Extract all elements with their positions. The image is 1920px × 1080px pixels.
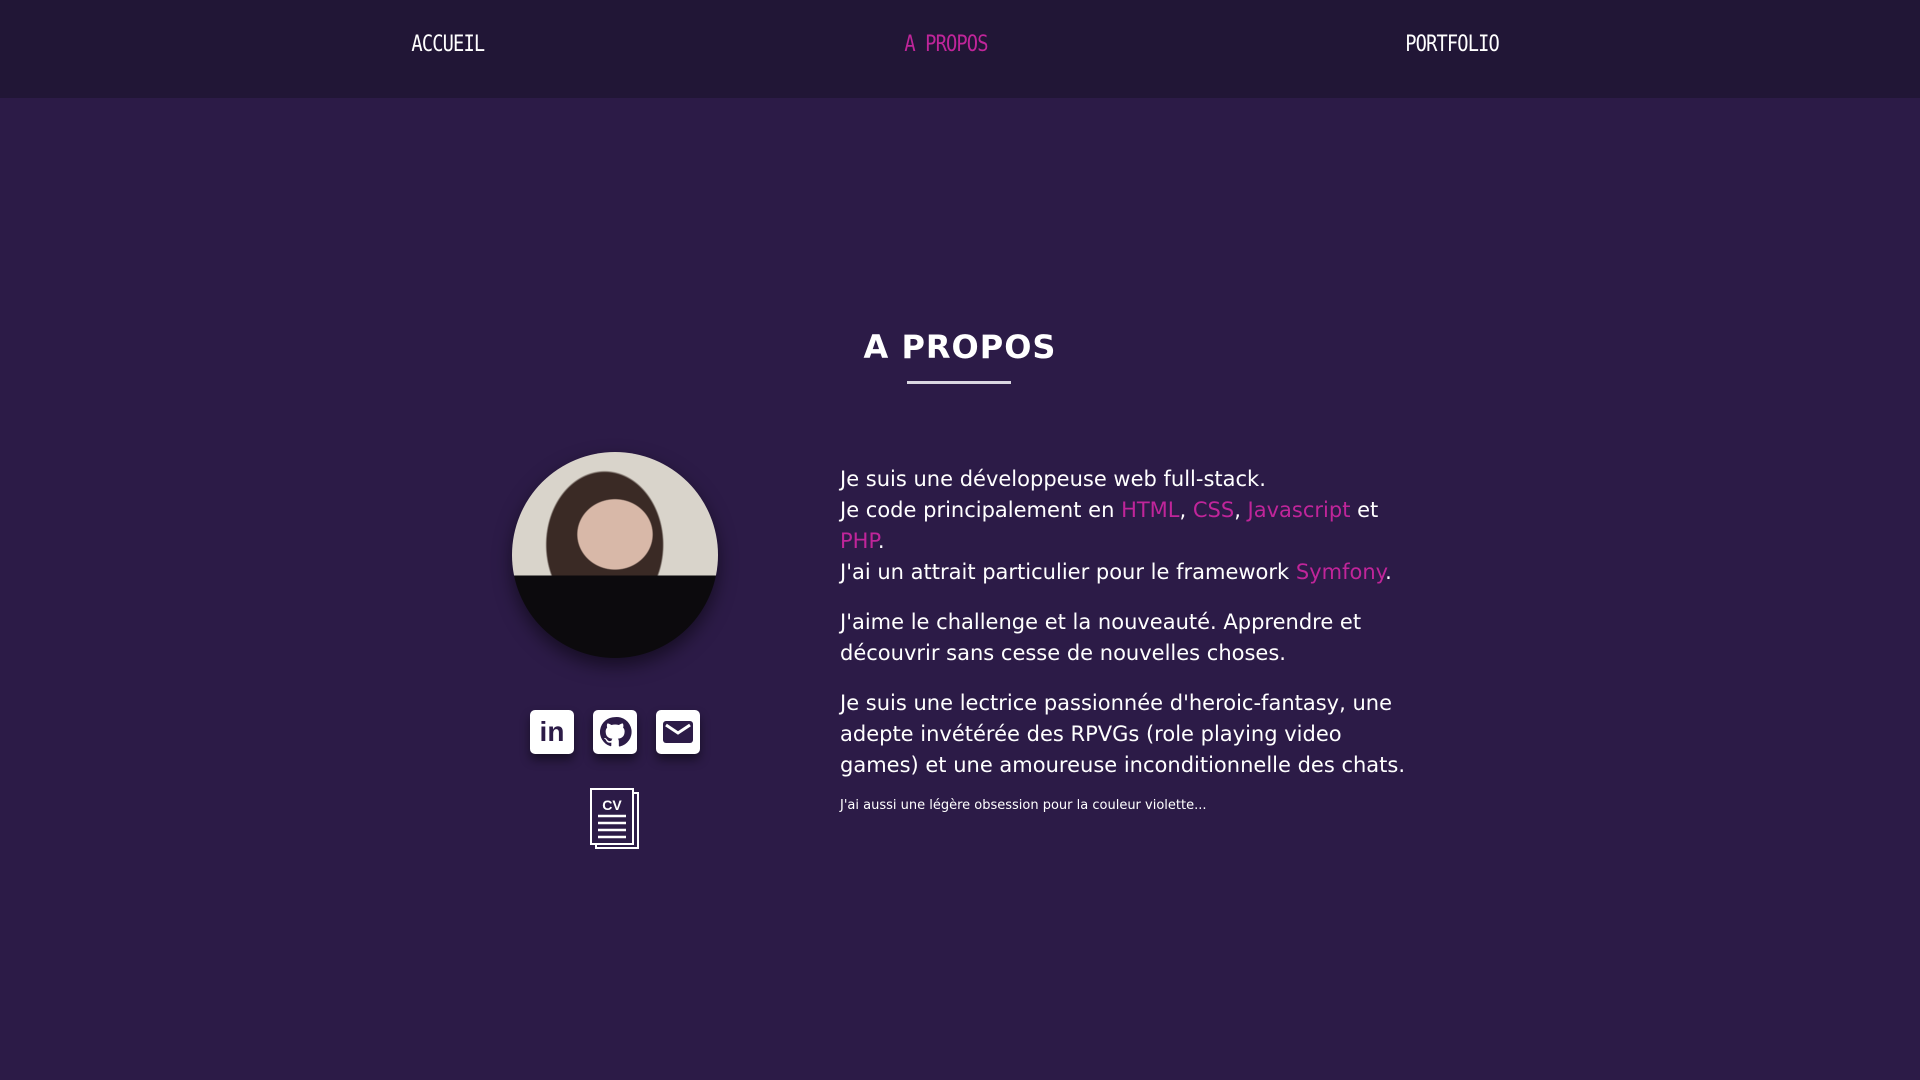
- about-paragraph-2: J'aime le challenge et la nouveauté. App…: [840, 610, 1362, 665]
- top-nav: ACCUEIL A PROPOS PORTFOLIO: [0, 0, 1920, 98]
- github-icon: [599, 717, 632, 747]
- conjunction: et: [1350, 498, 1379, 522]
- github-button[interactable]: [593, 710, 637, 754]
- about-text: Je suis une développeuse web full-stack.…: [840, 464, 1420, 835]
- skill-php: PHP: [840, 529, 878, 553]
- skill-symfony: Symfony: [1295, 560, 1386, 584]
- mail-button[interactable]: [656, 710, 700, 754]
- title-underline: [907, 381, 1011, 384]
- about-paragraph-1: Je suis une développeuse web full-stack.…: [840, 464, 1420, 588]
- separator: ,: [1234, 498, 1248, 522]
- cv-document-icon: CV: [590, 788, 639, 849]
- punctuation: .: [877, 529, 885, 553]
- section-title: A PROPOS: [863, 328, 1057, 366]
- separator: ,: [1179, 498, 1193, 522]
- linkedin-icon: in: [539, 716, 565, 747]
- profile-photo: [512, 452, 718, 658]
- linkedin-button[interactable]: in: [530, 710, 574, 754]
- skill-css: CSS: [1192, 498, 1235, 522]
- intro-line: Je suis une développeuse web full-stack.: [840, 467, 1266, 491]
- punctuation: .: [1385, 560, 1392, 584]
- cv-download-button[interactable]: CV: [590, 788, 640, 850]
- skill-javascript: Javascript: [1247, 498, 1351, 522]
- languages-line: Je code principalement en: [840, 498, 1122, 522]
- nav-a-propos[interactable]: A PROPOS: [904, 32, 988, 57]
- about-footnote: J'ai aussi une légère obsession pour la …: [840, 798, 1207, 813]
- about-paragraph-3: Je suis une lectrice passionnée d'heroic…: [840, 691, 1406, 777]
- cv-label: CV: [602, 797, 622, 813]
- skill-html: HTML: [1121, 498, 1180, 522]
- nav-accueil[interactable]: ACCUEIL: [411, 32, 485, 57]
- mail-icon: [663, 721, 693, 743]
- framework-line: J'ai un attrait particulier pour le fram…: [840, 560, 1296, 584]
- nav-portfolio[interactable]: PORTFOLIO: [1405, 32, 1500, 57]
